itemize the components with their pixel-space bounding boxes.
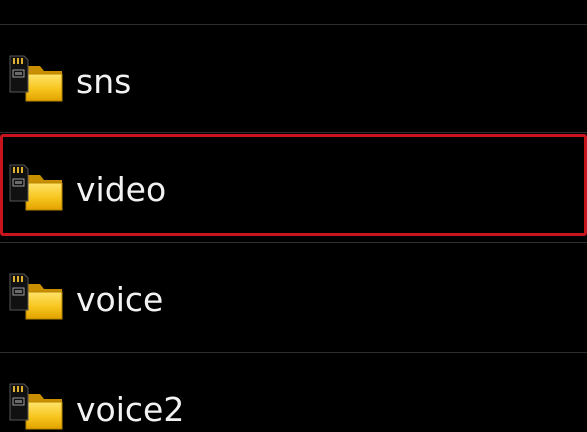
list-item-label: sns <box>76 62 132 101</box>
list-divider <box>0 352 587 353</box>
list-item-voice[interactable]: voice <box>0 244 587 352</box>
file-list: sns video voice voice2 <box>0 0 587 410</box>
list-divider <box>0 132 587 133</box>
list-item-label: voice <box>76 280 164 319</box>
sd-card-folder-icon <box>6 161 64 213</box>
list-item-label: voice2 <box>76 390 185 429</box>
list-divider <box>0 242 587 243</box>
list-item-label: video <box>76 170 167 209</box>
sd-card-folder-icon <box>6 52 64 104</box>
list-item-voice2[interactable]: voice2 <box>0 354 587 410</box>
sd-card-folder-icon <box>6 380 64 432</box>
list-divider <box>0 24 587 25</box>
list-item-sns[interactable]: sns <box>0 26 587 134</box>
list-item-video[interactable]: video <box>0 134 587 236</box>
sd-card-folder-icon <box>6 270 64 322</box>
